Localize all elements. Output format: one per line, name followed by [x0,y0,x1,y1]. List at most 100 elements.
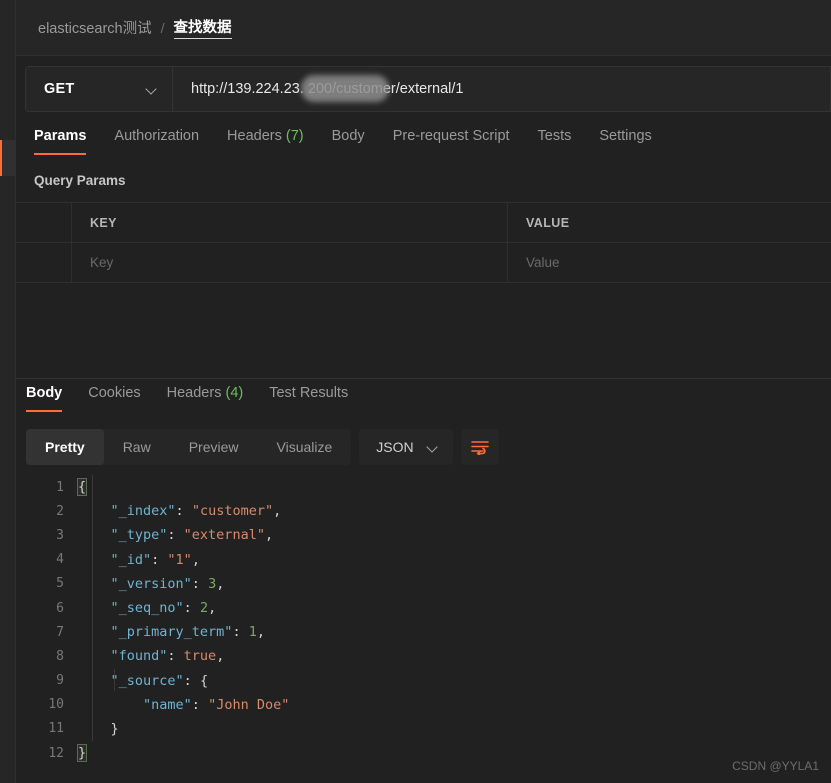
code-token: : [175,503,192,520]
code-token: : [232,624,249,641]
sidebar-active-accent [0,140,2,176]
tab-headers[interactable]: Headers (7) [227,126,304,155]
response-body-code-viewer[interactable]: 1{2 "_index": "customer", 3 "_type": "ext… [16,475,831,783]
code-token: , [208,600,217,617]
code-token: , [216,575,225,592]
view-mode-raw-label: Raw [122,439,151,455]
row-checkbox-cell[interactable] [16,243,72,282]
tab-tests-label: Tests [537,128,572,144]
code-line-text: "_source": { [78,672,209,689]
code-token: : [191,575,209,592]
row-key-cell[interactable]: Key [72,243,508,282]
code-token: "found" [78,648,168,665]
response-format-toolbar: Pretty Raw Preview Visualize JSON [26,427,831,467]
tab-body[interactable]: Body [332,126,365,155]
view-mode-pretty[interactable]: Pretty [26,429,104,465]
row-value-cell[interactable]: Value [508,243,831,282]
response-tab-body-label: Body [26,385,63,401]
code-line-text: "_index": "customer", [78,503,282,520]
code-line: 6 "_seq_no": 2, [16,596,831,620]
code-token: } [78,720,119,737]
view-mode-visualize[interactable]: Visualize [258,429,352,465]
code-token: "_id" [78,551,152,568]
code-line: 11 } [16,717,831,741]
response-tab-test-results[interactable]: Test Results [269,383,348,412]
table-header-checkbox-cell [16,203,72,242]
code-token: "John Doe" [208,696,290,713]
query-params-title: Query Params [34,173,126,188]
code-line-text: "name": "John Doe" [78,697,289,713]
code-line-text: "_primary_term": 1, [78,624,265,640]
response-tab-headers-count: (4) [225,385,244,401]
code-line: 5 "_version": 3, [16,572,831,596]
code-line-text: "found": true, [78,648,225,665]
code-line-text: "_version": 3, [78,575,225,592]
line-number: 9 [56,673,64,689]
code-token: "customer" [191,503,274,520]
table-header-value-cell: VALUE [508,203,831,242]
code-token: : [167,648,184,665]
code-token: "_version" [78,575,192,592]
breadcrumb: elasticsearch测试 / 查找数据 [16,0,831,56]
tab-body-label: Body [331,128,365,144]
code-line-text: { [76,478,88,497]
format-selector-label: JSON [376,439,414,455]
line-number: 8 [56,648,64,664]
breadcrumb-current-request[interactable]: 查找数据 [173,16,232,39]
code-token: "_index" [78,503,176,520]
postman-window: elasticsearch测试 / 查找数据 GET http://139.22… [0,0,831,783]
response-tab-headers[interactable]: Headers (4) [167,383,244,412]
line-number: 11 [48,721,64,737]
line-number: 6 [56,600,64,616]
code-token: "_type" [78,527,168,544]
tab-headers-label: Headers [227,128,282,144]
url-input[interactable]: http://139.224.23. 200/customer/external… [173,66,831,112]
code-token: , [273,503,282,520]
tab-authorization-label: Authorization [114,128,200,144]
tab-params-label: Params [34,128,87,144]
response-pane: Body Cookies Headers (4) Test Results Pr… [16,379,831,783]
url-redaction-blur [301,75,389,102]
http-method-selector[interactable]: GET [25,66,173,112]
left-sidebar-rail [0,0,16,783]
code-line: 12} [16,741,831,765]
code-line: 10 "name": "John Doe" [16,693,831,717]
tab-tests[interactable]: Tests [538,126,572,155]
code-line-text: "_type": "external", [78,527,274,544]
response-tab-body[interactable]: Body [26,383,63,412]
line-number: 4 [56,552,64,568]
response-tab-cookies-label: Cookies [88,385,141,401]
code-line: 4 "_id": "1", [16,548,831,572]
request-tabs: Params Authorization Headers (7) Body Pr… [34,126,831,164]
line-number: 2 [56,503,64,519]
table-row[interactable]: Key Value [16,243,831,283]
code-token: "_primary_term" [78,624,233,641]
tab-settings[interactable]: Settings [599,126,651,155]
code-line: 8 "found": true, [16,644,831,668]
tab-pre-request-script[interactable]: Pre-request Script [393,126,510,155]
view-mode-raw[interactable]: Raw [104,429,170,465]
word-wrap-icon [470,441,489,455]
url-row: GET http://139.224.23. 200/customer/exte… [25,66,831,112]
chevron-down-icon [147,84,158,95]
code-token: , [264,527,274,544]
response-tab-cookies[interactable]: Cookies [88,383,140,412]
chevron-down-icon [428,442,439,453]
view-mode-preview[interactable]: Preview [170,429,258,465]
code-token: { [199,672,209,689]
code-token: { [76,478,88,497]
tab-authorization[interactable]: Authorization [114,126,199,155]
http-method-label: GET [44,81,75,97]
request-pane: GET http://139.224.23. 200/customer/exte… [16,57,831,377]
code-token: : [191,696,209,713]
view-mode-visualize-label: Visualize [276,439,333,455]
table-header-row: KEY VALUE [16,203,831,243]
breadcrumb-collection[interactable]: elasticsearch测试 [38,17,152,38]
view-mode-group: Pretty Raw Preview Visualize [26,429,352,465]
table-header-key-cell: KEY [72,203,508,242]
code-line-text: } [76,744,88,763]
sidebar-active-item[interactable] [0,140,16,176]
format-selector[interactable]: JSON [359,429,453,465]
word-wrap-button[interactable] [460,429,499,465]
tab-params[interactable]: Params [34,126,87,155]
